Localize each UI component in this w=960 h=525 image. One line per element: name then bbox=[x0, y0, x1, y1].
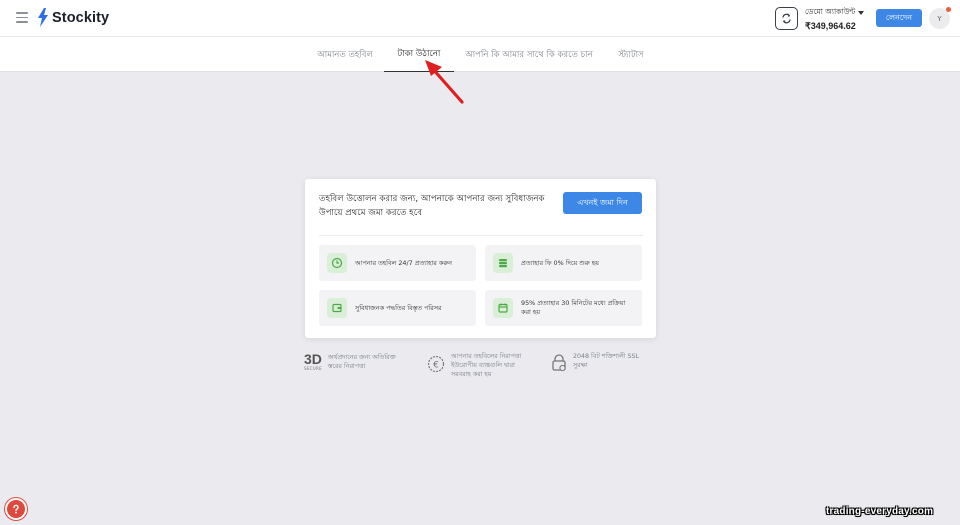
feature-text: প্রত্যাহার ফি 0% দিয়ে শুরু হয় bbox=[521, 258, 599, 267]
feature-item: আপনার তহবিল 24/7 প্রত্যাহার করুন bbox=[319, 245, 476, 281]
trust-text: অর্থপ্রদানের জন্য অতিরিক্ত স্তরের নিরাপত… bbox=[327, 354, 396, 370]
trust-3d-secure: 3D SECURE অর্থপ্রদানের জন্য অতিরিক্ত স্ত… bbox=[304, 352, 408, 371]
feature-item: 95% প্রত্যাহার 30 মিনিটের মধ্যে প্রক্রিয… bbox=[485, 290, 642, 326]
notification-dot bbox=[946, 7, 951, 12]
logo-text: Stockity bbox=[52, 9, 110, 26]
feature-item: সুবিধাজনক পদ্ধতির বিস্তৃত পরিসর bbox=[319, 290, 476, 326]
feature-text: আপনার তহবিল 24/7 প্রত্যাহার করুন bbox=[355, 258, 452, 267]
payment-tabs: আমানত তহবিল টাকা উঠানো আপনি কি আমার সাথে… bbox=[0, 37, 960, 72]
transactions-button[interactable]: লেনদেন bbox=[876, 9, 922, 27]
clock-icon bbox=[327, 253, 347, 273]
question-icon bbox=[13, 504, 19, 514]
svg-text:€: € bbox=[433, 361, 439, 371]
calendar-icon bbox=[493, 298, 513, 318]
help-button[interactable] bbox=[5, 498, 27, 520]
feature-item: প্রত্যাহার ফি 0% দিয়ে শুরু হয় bbox=[485, 245, 642, 281]
account-name: ডেমো অ্যাকাউন্ট bbox=[805, 7, 865, 19]
euro-shield-icon: € bbox=[427, 355, 445, 373]
account-switch-icon[interactable] bbox=[775, 7, 798, 30]
tab-what-to-do[interactable]: আপনি কি আমার সাথে কি করতে চান bbox=[462, 37, 596, 72]
withdraw-card: তহবিল উত্তোলন করার জন্য, আপনাকে আপনার জন… bbox=[305, 179, 656, 338]
account-balance: ₹349,964.62 bbox=[805, 21, 856, 31]
top-header: Stockity ডেমো অ্যাকাউন্ট ₹349,964.62 লেন… bbox=[0, 0, 960, 37]
card-divider bbox=[319, 235, 643, 236]
lock-icon bbox=[552, 354, 566, 372]
account-selector[interactable]: ডেমো অ্যাকাউন্ট ₹349,964.62 bbox=[805, 7, 865, 32]
tab-deposit[interactable]: আমানত তহবিল bbox=[311, 37, 379, 72]
coins-icon bbox=[493, 253, 513, 273]
3d-secure-badge: 3D SECURE bbox=[304, 351, 322, 371]
annotation-arrow-icon bbox=[425, 60, 464, 104]
trust-european-banks: € আপনার তহবিলের নিরাপত্তা ইউরোপীয় ব্যাঙ… bbox=[427, 352, 535, 379]
feature-text: সুবিধাজনক পদ্ধতির বিস্তৃত পরিসর bbox=[355, 303, 442, 312]
withdraw-message: তহবিল উত্তোলন করার জন্য, আপনাকে আপনার জন… bbox=[319, 194, 545, 218]
watermark: trading-everyday.com bbox=[826, 506, 934, 517]
logo-bolt-icon bbox=[38, 8, 48, 27]
trust-text: আপনার তহবিলের নিরাপত্তা ইউরোপীয় ব্যাঙ্ক… bbox=[451, 353, 522, 378]
trust-text: 2048 বিট শক্তিশালী SSL সুরক্ষা bbox=[573, 353, 639, 369]
trust-ssl: 2048 বিট শক্তিশালী SSL সুরক্ষা bbox=[551, 352, 651, 372]
wallet-icon bbox=[327, 298, 347, 318]
deposit-now-button[interactable]: এখনই জমা দিন bbox=[563, 192, 642, 214]
logo[interactable]: Stockity bbox=[37, 8, 109, 27]
caret-down-icon bbox=[858, 11, 865, 15]
tab-status[interactable]: স্ট্যাটাস bbox=[608, 37, 654, 72]
hamburger-menu-icon[interactable] bbox=[16, 12, 28, 23]
feature-text: 95% প্রত্যাহার 30 মিনিটের মধ্যে প্রক্রিয… bbox=[521, 299, 626, 316]
